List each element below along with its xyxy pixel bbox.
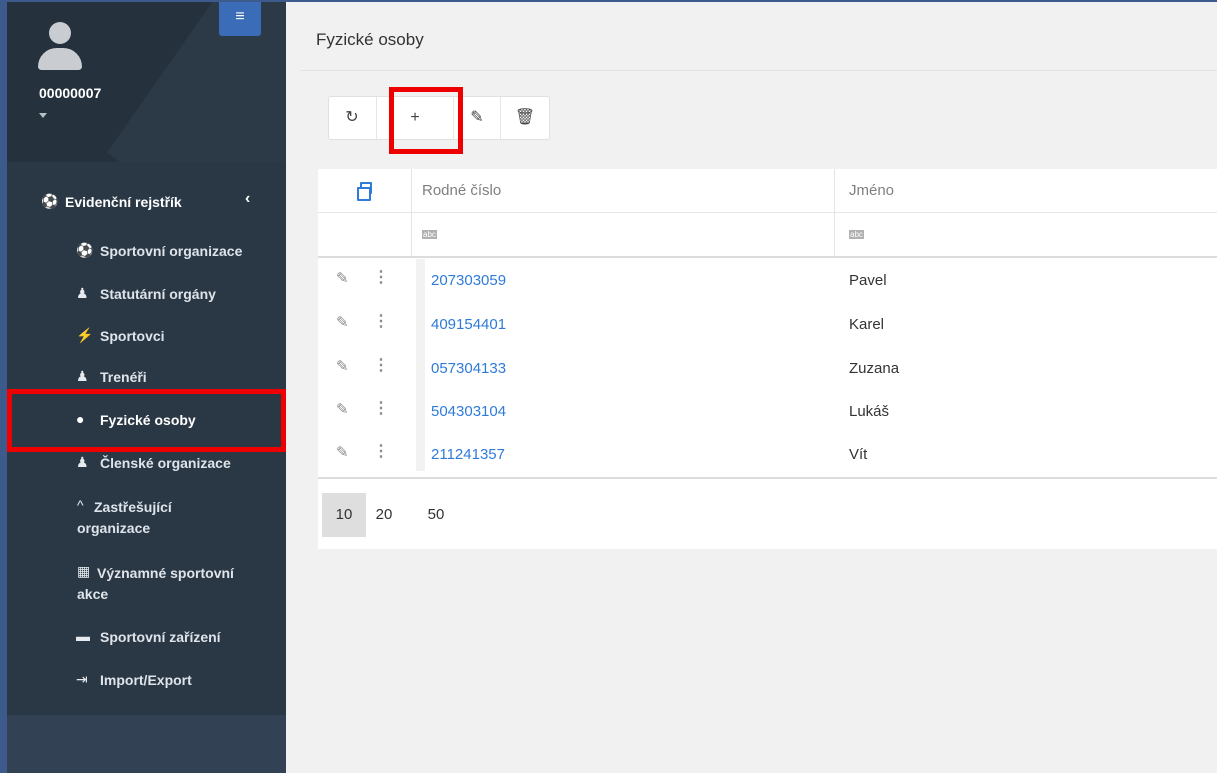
sports-org-icon: ⚽	[76, 242, 94, 258]
row-more-icon[interactable]: ⋮	[373, 311, 389, 331]
row-more-icon[interactable]: ⋮	[373, 355, 389, 375]
row-edit-icon[interactable]: ✎	[336, 400, 349, 418]
hamburger-menu-button[interactable]: ≡	[219, 2, 261, 36]
row-more-icon[interactable]: ⋮	[373, 267, 389, 287]
row-jmeno: Zuzana	[849, 360, 900, 377]
row-jmeno: Karel	[849, 316, 885, 333]
highlight-add-button	[389, 87, 463, 154]
sidebar-section-label: Evidenční rejstřík	[65, 194, 182, 210]
row-jmeno: Pavel	[849, 272, 887, 289]
row-edit-icon[interactable]: ✎	[336, 357, 349, 375]
row-rodne-cislo-link[interactable]: 207303059	[431, 272, 506, 289]
refresh-button[interactable]: ↻	[329, 97, 375, 139]
delete-button[interactable]: 🗑	[500, 97, 549, 139]
sidebar-item-sportovni-organizace[interactable]: ⚽ Sportovní organizace	[7, 242, 286, 266]
table-row[interactable]: ✎ ⋮ 057304133 Zuzana	[318, 347, 1217, 391]
member-org-icon: ♟	[76, 454, 89, 470]
window-frame-left	[0, 0, 7, 773]
athlete-icon: ⚡	[76, 327, 94, 343]
table-row[interactable]: ✎ ⋮ 504303104 Lukáš	[318, 390, 1217, 434]
text-filter-icon[interactable]: abc	[849, 230, 864, 239]
highlight-fyzicke-osoby	[7, 389, 286, 452]
row-rodne-cislo-link[interactable]: 504303104	[431, 403, 506, 420]
row-rodne-cislo-link[interactable]: 211241357	[431, 446, 505, 463]
registry-icon: ⚽	[41, 193, 59, 209]
row-jmeno: Lukáš	[849, 403, 890, 420]
sidebar-item-vyznamne-sportovni-akce[interactable]: ▦ Významné sportovní akce	[7, 562, 286, 608]
row-more-icon[interactable]: ⋮	[373, 398, 389, 418]
sidebar-item-sportovni-zarizeni[interactable]: ▬ Sportovní zařízení	[7, 628, 286, 652]
row-jmeno: Vít	[849, 446, 868, 463]
table-row[interactable]: ✎ ⋮ 211241357 Vít	[318, 433, 1217, 477]
sidebar-item-sportovci[interactable]: ⚡ Sportovci	[7, 327, 286, 351]
row-edit-icon[interactable]: ✎	[336, 313, 349, 331]
sidebar-item-clenske-organizace[interactable]: ♟ Členské organizace	[7, 454, 286, 478]
data-grid: Rodné číslo Jméno abc abc ✎ ⋮ 207303059 …	[318, 169, 1217, 549]
page-title: Fyzické osoby	[316, 30, 424, 49]
page-size-50[interactable]: 50	[414, 493, 458, 537]
table-row[interactable]: ✎ ⋮ 207303059 Pavel	[318, 259, 1217, 303]
page-size-10[interactable]: 10	[322, 493, 366, 537]
column-chooser-icon[interactable]	[357, 182, 372, 201]
row-rodne-cislo-link[interactable]: 409154401	[431, 316, 506, 333]
import-export-icon: ⇥	[76, 671, 88, 687]
grid-filter-row: abc abc	[318, 212, 1217, 258]
avatar[interactable]	[37, 22, 82, 74]
row-edit-icon[interactable]: ✎	[336, 269, 349, 287]
table-row[interactable]: ✎ ⋮ 409154401 Karel	[318, 303, 1217, 347]
coach-icon: ♟	[76, 368, 89, 384]
statutory-body-icon: ♟	[76, 285, 89, 301]
column-header-jmeno[interactable]: Jméno	[849, 182, 894, 199]
page-header: Fyzické osoby	[300, 2, 1217, 71]
column-header-rodne-cislo[interactable]: Rodné číslo	[422, 182, 501, 199]
sidebar-item-zastresujici-organizace[interactable]: ^ Zastřešující organizace	[7, 496, 286, 542]
sidebar-section-registry[interactable]: ⚽ Evidenční rejstřík ‹	[7, 182, 286, 222]
row-more-icon[interactable]: ⋮	[373, 441, 389, 461]
user-profile-panel: 00000007 ≡	[7, 2, 286, 162]
page-size-20[interactable]: 20	[362, 493, 406, 537]
user-id[interactable]: 00000007	[39, 85, 101, 101]
user-menu-caret-icon[interactable]	[39, 113, 47, 118]
sidebar-item-statutarni-organy[interactable]: ♟ Statutární orgány	[7, 285, 286, 309]
row-edit-icon[interactable]: ✎	[336, 443, 349, 461]
text-filter-icon[interactable]: abc	[422, 230, 437, 239]
grid-header-row: Rodné číslo Jméno	[318, 169, 1217, 213]
sidebar: 00000007 ≡ ⚽ Evidenční rejstřík ‹ ⚽ Spor…	[7, 2, 286, 773]
sidebar-item-import-export[interactable]: ⇥ Import/Export	[7, 671, 286, 695]
chevron-left-icon[interactable]: ‹	[245, 190, 250, 208]
facility-icon: ▬	[76, 628, 90, 644]
row-rodne-cislo-link[interactable]: 057304133	[431, 360, 506, 377]
